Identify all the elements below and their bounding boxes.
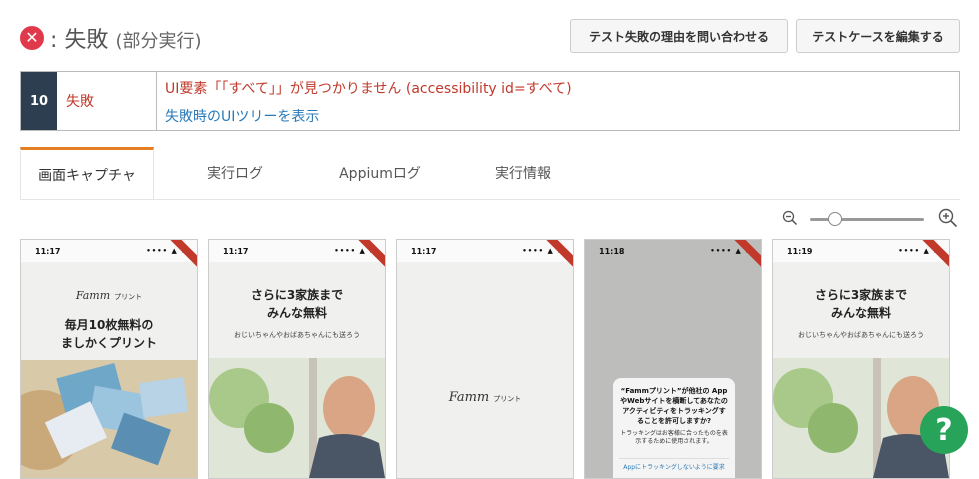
error-message: UI要素「「すべて」」が見つかりません (accessibility id=すべ… [165,81,572,97]
screen-headline: 毎月10枚無料の ましかくプリント [60,318,157,350]
zoom-in-icon[interactable] [938,208,958,228]
screenshot-thumbnail[interactable]: 11:17 •••• ▲ ▬ さらに3家族まで みんな無料 おじいちゃんやおばあちゃ… [208,239,386,479]
screen-headline: さらに3家族まで みんな無料 [814,288,908,320]
tab-execution-info[interactable]: 実行情報 [470,147,576,199]
step-result-row: 10 失敗 UI要素「「すべて」」が見つかりません (accessibility… [20,71,960,131]
tab-bar: 画面キャプチャ 実行ログ Appiumログ 実行情報 [20,147,960,200]
photo-prints-image [21,360,197,478]
step-status: 失敗 [57,72,157,130]
tab-execution-log[interactable]: 実行ログ [180,147,290,199]
screen-subtext: おじいちゃんやおばあちゃんにも送ろう [798,331,924,339]
grandparent-photo-image [209,358,385,478]
app-logo: Famm プリント [75,289,143,302]
screenshot-thumbnail[interactable]: 11:17 •••• ▲ ▬ Famm プリント [396,239,574,479]
device-status-bar: 11:17 •••• ▲ ▬ [209,240,385,262]
edit-testcase-button[interactable]: テストケースを編集する [796,19,960,53]
inquire-failure-button[interactable]: テスト失敗の理由を問い合わせる [570,19,788,53]
device-status-bar: 11:18 •••• ▲ ▬ [585,240,761,262]
page-title: : 失敗 (部分実行) [50,28,202,53]
dialog-deny-button: Appにトラッキングしないように要求 [619,458,729,473]
tab-screen-capture[interactable]: 画面キャプチャ [20,147,154,199]
device-status-bar: 11:17 •••• ▲ ▬ [21,240,197,262]
device-status-bar: 11:17 •••• ▲ ▬ [397,240,573,262]
show-ui-tree-link[interactable]: 失敗時のUIツリーを表示 [165,106,951,126]
page-subtitle: (部分実行) [115,31,202,52]
screenshot-thumbnail[interactable]: 11:18 •••• ▲ ▬ “Fammプリント”が他社の AppやWebサイトを… [584,239,762,479]
fail-status-icon: ✕ [20,26,44,50]
zoom-slider-handle[interactable] [828,212,842,226]
screenshot-thumbnail[interactable]: 11:17 •••• ▲ ▬ Famm プリント 毎月10枚無料の ましかくプリント [20,239,198,479]
zoom-control [782,208,958,232]
zoom-out-icon[interactable] [782,210,798,226]
screen-headline: さらに3家族まで みんな無料 [250,288,344,320]
step-number: 10 [21,72,57,130]
help-chat-button[interactable]: ? [920,406,968,454]
device-status-bar: 11:19 •••• ▲ ▬ [773,240,949,262]
dialog-message: トラッキングはお客様に合ったものを表示するために使用されます。 [620,430,728,445]
page-header: ✕ : 失敗 (部分実行) [20,22,201,54]
tab-appium-log[interactable]: Appiumログ [320,147,440,199]
screen-subtext: おじいちゃんやおばあちゃんにも送ろう [234,331,360,339]
dialog-title: “Fammプリント”が他社の AppやWebサイトを横断してあなたのアクティビテ… [620,387,728,425]
app-logo: Famm プリント [448,390,522,405]
